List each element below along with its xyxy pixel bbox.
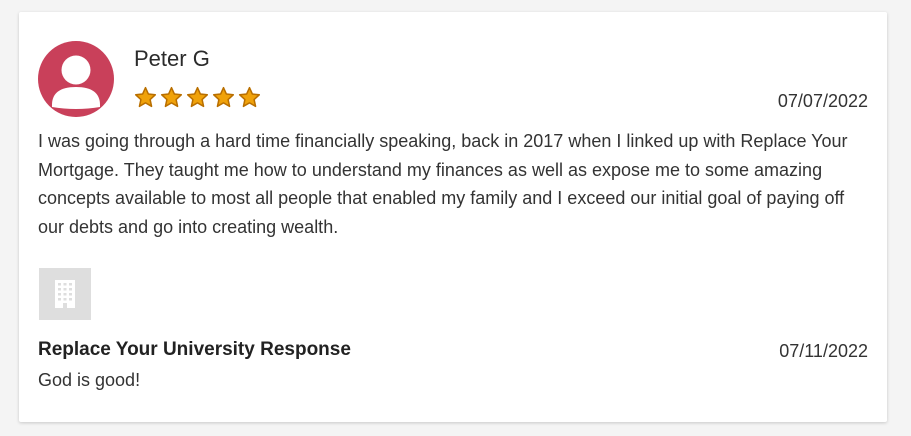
user-silhouette-icon xyxy=(52,55,100,109)
review-card: Peter G 07/07/2022 I was going through a… xyxy=(19,12,887,422)
star-rating xyxy=(134,86,261,110)
response-text: God is good! xyxy=(38,370,141,390)
company-logo xyxy=(39,268,91,320)
star-icon xyxy=(134,86,157,108)
star-icon xyxy=(238,86,261,108)
reviewer-name: Peter G xyxy=(134,46,210,71)
response-title: Replace Your University Response xyxy=(38,339,351,360)
building-icon xyxy=(55,280,75,308)
star-icon xyxy=(186,86,209,108)
review-date: 07/07/2022 xyxy=(777,91,868,111)
response-date: 07/11/2022 xyxy=(779,341,868,361)
review-text: I was going through a hard time financia… xyxy=(38,131,848,237)
star-icon xyxy=(160,86,183,108)
reviewer-avatar xyxy=(38,41,114,117)
star-icon xyxy=(212,86,235,108)
